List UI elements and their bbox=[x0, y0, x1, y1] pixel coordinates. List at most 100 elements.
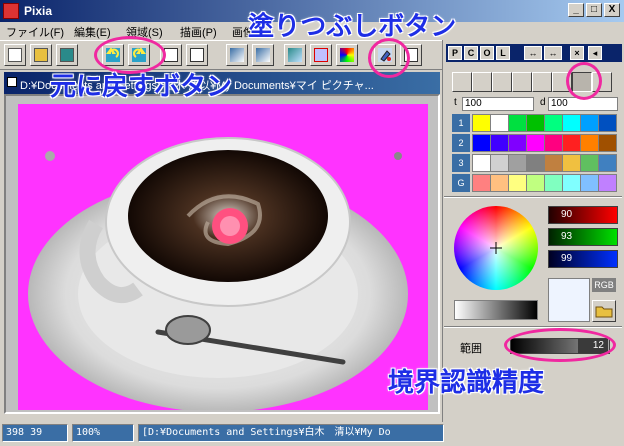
menu-edit[interactable]: 編集(E) bbox=[74, 24, 111, 40]
close-panel-icon[interactable]: × bbox=[570, 46, 584, 60]
color-swatch[interactable] bbox=[580, 154, 599, 172]
swatch-row-label[interactable]: 1 bbox=[452, 114, 470, 132]
expand-panel-icon[interactable]: ◂ bbox=[588, 46, 602, 60]
color-swatch[interactable] bbox=[472, 174, 491, 192]
close-button[interactable]: X bbox=[604, 3, 620, 17]
color-swatch[interactable] bbox=[490, 174, 509, 192]
color-swatch[interactable] bbox=[562, 114, 581, 132]
document-icon bbox=[7, 77, 17, 87]
boundary-precision-annotation: 境界認識精度 bbox=[388, 368, 545, 398]
maximize-button[interactable]: □ bbox=[586, 3, 602, 17]
menu-file[interactable]: ファイル(F) bbox=[6, 24, 64, 40]
folder-icon bbox=[595, 306, 613, 318]
range-label: 範囲 bbox=[460, 343, 482, 355]
bucket-icon bbox=[288, 48, 302, 62]
color-swatch[interactable] bbox=[544, 154, 563, 172]
paste-button[interactable] bbox=[186, 44, 208, 66]
swatch-row-label[interactable]: 3 bbox=[452, 154, 470, 172]
status-bar: 398 39 100% [D:¥Documents and Settings¥白… bbox=[0, 422, 624, 444]
color-swatch[interactable] bbox=[526, 134, 545, 152]
file-path: [D:¥Documents and Settings¥白木 清以¥My Do bbox=[138, 424, 444, 442]
fill-highlight-circle bbox=[368, 38, 410, 78]
menu-draw[interactable]: 描画(P) bbox=[180, 24, 217, 40]
color-swatch[interactable] bbox=[598, 154, 617, 172]
color-swatch[interactable] bbox=[508, 134, 527, 152]
floppy-icon bbox=[60, 48, 74, 62]
tab-p[interactable]: P bbox=[448, 46, 462, 60]
color-swatch[interactable] bbox=[580, 174, 599, 192]
color-swatch[interactable] bbox=[544, 174, 563, 192]
color-swatch[interactable] bbox=[562, 154, 581, 172]
color-swatch[interactable] bbox=[526, 114, 545, 132]
brightness-bar[interactable] bbox=[454, 300, 538, 320]
panel-divider bbox=[444, 196, 622, 198]
open-file-button[interactable] bbox=[30, 44, 52, 66]
cursor-coords: 398 39 bbox=[2, 424, 68, 442]
brush-blob-tool[interactable] bbox=[492, 72, 512, 92]
pattern-tool-button[interactable] bbox=[336, 44, 358, 66]
color-swatch[interactable] bbox=[526, 174, 545, 192]
tab-o[interactable]: O bbox=[480, 46, 494, 60]
bucket-tool-button[interactable] bbox=[284, 44, 306, 66]
color-swatch[interactable] bbox=[598, 114, 617, 132]
eraser-icon bbox=[256, 48, 270, 62]
pen-icon bbox=[230, 48, 244, 62]
paste-icon bbox=[190, 48, 204, 62]
color-swatch[interactable] bbox=[490, 114, 509, 132]
fill-button-annotation: 塗りつぶしボタン bbox=[248, 12, 457, 42]
color-swatch[interactable] bbox=[508, 154, 527, 172]
swatch-row-label[interactable]: 2 bbox=[452, 134, 470, 152]
minimize-button[interactable]: _ bbox=[568, 3, 584, 17]
save-button[interactable] bbox=[56, 44, 78, 66]
tab-l[interactable]: L bbox=[496, 46, 510, 60]
color-swatch[interactable] bbox=[544, 114, 563, 132]
color-swatch[interactable] bbox=[490, 154, 509, 172]
color-swatch[interactable] bbox=[562, 174, 581, 192]
color-swatches: 1 2 3 G bbox=[452, 114, 618, 196]
color-swatch[interactable] bbox=[508, 174, 527, 192]
tab-c[interactable]: C bbox=[464, 46, 478, 60]
zoom-level: 100% bbox=[72, 424, 134, 442]
range-highlight-circle bbox=[504, 328, 616, 362]
color-swatch[interactable] bbox=[472, 114, 491, 132]
brush-lasso-tool[interactable] bbox=[512, 72, 532, 92]
swatch-row-label[interactable]: G bbox=[452, 174, 470, 192]
current-color-swatch[interactable] bbox=[548, 278, 590, 322]
eraser-tool-button[interactable] bbox=[252, 44, 274, 66]
color-swatch[interactable] bbox=[562, 134, 581, 152]
color-swatch[interactable] bbox=[598, 134, 617, 152]
fill-mode-highlight-circle bbox=[566, 62, 602, 100]
pen-tool-button[interactable] bbox=[226, 44, 248, 66]
color-swatch[interactable] bbox=[598, 174, 617, 192]
crosshair-icon bbox=[490, 242, 502, 254]
color-swatch[interactable] bbox=[490, 134, 509, 152]
brush-line-tool[interactable] bbox=[452, 72, 472, 92]
coffee-cup-image bbox=[28, 137, 408, 410]
thickness-input[interactable]: 100 bbox=[462, 97, 534, 111]
image-canvas[interactable] bbox=[18, 104, 428, 410]
color-swatch[interactable] bbox=[508, 114, 527, 132]
brush-soft-tool[interactable] bbox=[532, 72, 552, 92]
color-swatch[interactable] bbox=[472, 134, 491, 152]
color-swatch[interactable] bbox=[472, 154, 491, 172]
window-title: Pixia bbox=[24, 4, 53, 18]
thickness-label: t bbox=[454, 97, 457, 108]
resize-horizontal-icon[interactable]: ↔ bbox=[524, 46, 542, 60]
density-label: d bbox=[540, 97, 546, 108]
color-swatch[interactable] bbox=[580, 134, 599, 152]
color-swatch[interactable] bbox=[526, 154, 545, 172]
brush-dot-tool[interactable] bbox=[472, 72, 492, 92]
copy-icon bbox=[164, 48, 178, 62]
pixia-app-icon bbox=[3, 3, 19, 19]
green-channel-bar[interactable]: 93 bbox=[548, 228, 618, 246]
rgb-mode-label[interactable]: RGB bbox=[592, 278, 616, 292]
blue-channel-bar[interactable]: 99 bbox=[548, 250, 618, 268]
new-file-icon bbox=[8, 48, 22, 62]
color-folder-button[interactable] bbox=[592, 300, 616, 322]
color-swatch[interactable] bbox=[544, 134, 563, 152]
resize-horizontal-alt-icon[interactable]: ↔ bbox=[544, 46, 562, 60]
red-channel-bar[interactable]: 90 bbox=[548, 206, 618, 224]
new-file-button[interactable] bbox=[4, 44, 26, 66]
select-tool-button[interactable] bbox=[310, 44, 332, 66]
color-swatch[interactable] bbox=[580, 114, 599, 132]
